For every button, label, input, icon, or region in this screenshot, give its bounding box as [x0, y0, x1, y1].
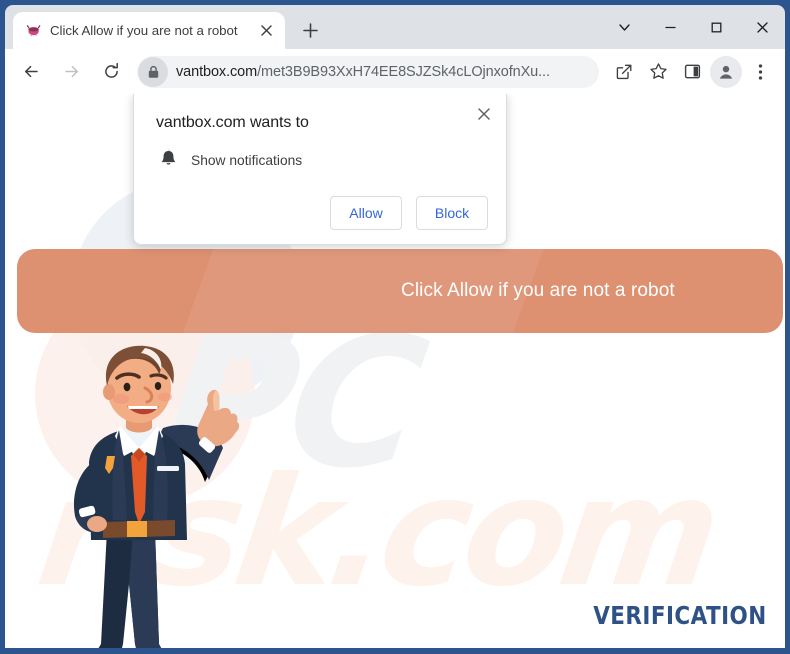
- reload-button[interactable]: [94, 55, 128, 89]
- address-bar[interactable]: vantbox.com/met3B9B93XxH74EE8SJZSk4cLOjn…: [137, 55, 599, 88]
- permission-request-row: Show notifications: [156, 149, 488, 172]
- back-button[interactable]: [14, 55, 48, 89]
- hero-banner-text: Click Allow if you are not a robot: [401, 280, 675, 301]
- permission-request-label: Show notifications: [191, 153, 303, 168]
- browser-tab[interactable]: Click Allow if you are not a robot: [13, 12, 285, 49]
- new-tab-button[interactable]: [295, 15, 325, 45]
- dialog-close-icon[interactable]: [472, 102, 496, 126]
- block-button[interactable]: Block: [416, 196, 488, 230]
- site-favicon: [25, 22, 42, 39]
- bell-icon: [160, 149, 177, 172]
- page-viewport: PC risk.com Click Allow if you are not a…: [5, 94, 785, 648]
- maximize-button[interactable]: [693, 5, 739, 49]
- dialog-actions: Allow Block: [156, 196, 488, 230]
- side-panel-icon[interactable]: [676, 56, 708, 88]
- profile-avatar-icon[interactable]: [710, 55, 742, 88]
- forward-button: [54, 55, 88, 89]
- url-path: /met3B9B93XxH74EE8SJZSk4cLOjnxofnXu...: [257, 63, 550, 80]
- tab-strip: Click Allow if you are not a robot: [5, 5, 785, 49]
- cartoon-man-pointing-up: [23, 344, 253, 648]
- tab-close-icon[interactable]: [255, 20, 277, 42]
- share-icon[interactable]: [608, 56, 640, 88]
- dialog-title: vantbox.com wants to: [156, 114, 309, 131]
- window-close-button[interactable]: [739, 5, 785, 49]
- address-bar-text: vantbox.com/met3B9B93XxH74EE8SJZSk4cLOjn…: [168, 64, 593, 80]
- allow-button[interactable]: Allow: [330, 196, 402, 230]
- notification-permission-dialog: vantbox.com wants to Show notifications …: [133, 94, 507, 245]
- hero-banner: Click Allow if you are not a robot: [17, 249, 783, 333]
- browser-window: Click Allow if you are not a robot vantb…: [0, 0, 790, 654]
- minimize-button[interactable]: [647, 5, 693, 49]
- site-lock-icon[interactable]: [138, 56, 168, 87]
- three-dot-menu-icon[interactable]: [744, 56, 776, 88]
- star-icon[interactable]: [642, 56, 674, 88]
- window-controls: [601, 5, 785, 49]
- tab-title: Click Allow if you are not a robot: [50, 23, 238, 38]
- tab-search-button[interactable]: [601, 5, 647, 49]
- url-domain: vantbox.com: [176, 63, 258, 80]
- browser-toolbar: vantbox.com/met3B9B93XxH74EE8SJZSk4cLOjn…: [5, 49, 785, 94]
- verification-wordmark: VERIFICATION: [593, 601, 767, 630]
